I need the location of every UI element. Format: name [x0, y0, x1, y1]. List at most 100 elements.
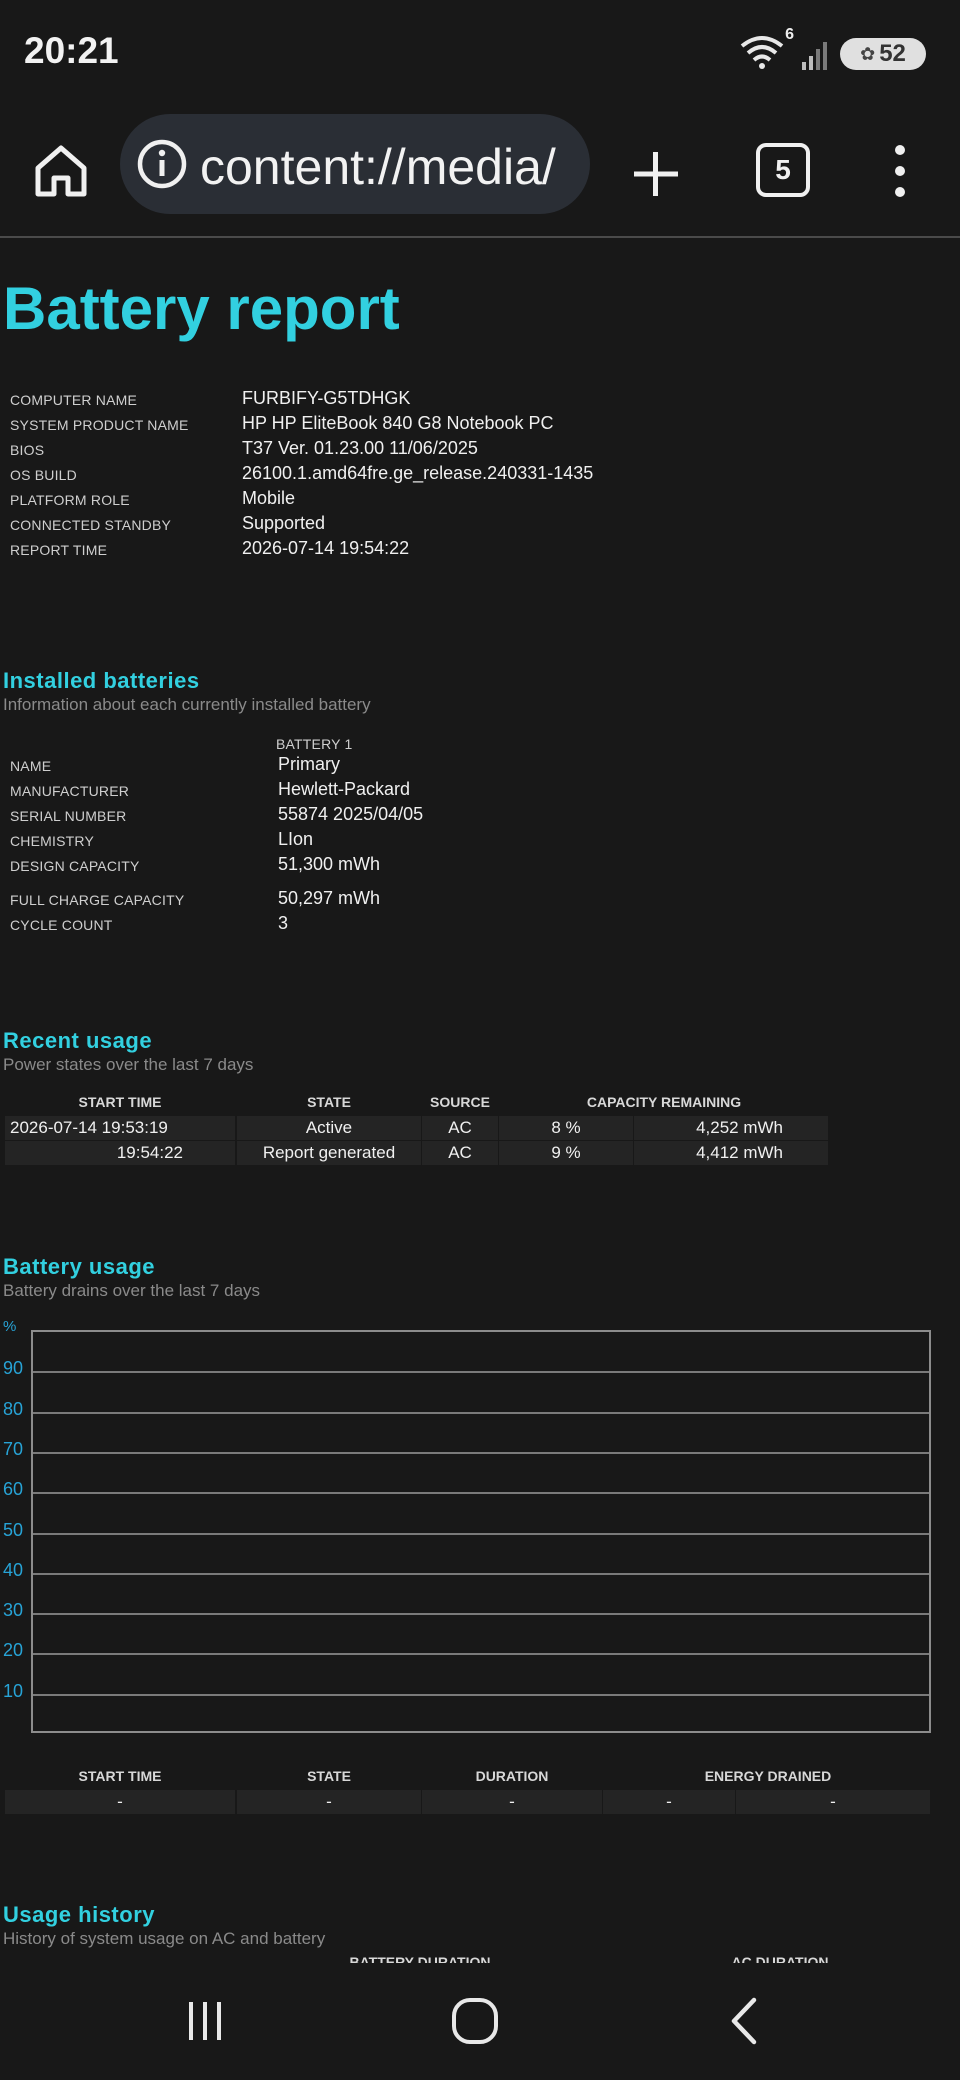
recents-button[interactable] — [180, 1996, 230, 2046]
info-icon[interactable] — [136, 138, 188, 190]
recent-usage-subtitle: Power states over the last 7 days — [3, 1055, 254, 1074]
gridline — [33, 1653, 929, 1656]
info-key: SYSTEM PRODUCT NAME — [10, 417, 189, 433]
y-tick-label: 70 — [3, 1438, 24, 1459]
info-value: FURBIFY-G5TDHGK — [242, 388, 411, 408]
column-header: CAPACITY REMAINING — [586, 1094, 742, 1110]
browser-toolbar: content://media/ 5 — [0, 110, 960, 238]
gridline — [33, 1371, 929, 1374]
info-value: T37 Ver. 01.23.00 11/06/2025 — [242, 438, 478, 458]
battery-saver-icon: ✿ — [860, 43, 876, 64]
table-row: CYCLE COUNT 3 — [10, 913, 930, 938]
battery-level: 52 — [879, 40, 906, 67]
info-key: PLATFORM ROLE — [10, 492, 130, 508]
table-row: 19:54:22 Report generated AC 9 % 4,412 m… — [0, 1141, 960, 1165]
table-row: OS BUILD 26100.1.amd64fre.ge_release.240… — [10, 463, 930, 488]
url-text[interactable]: content://media/ — [200, 138, 556, 196]
home-nav-button[interactable] — [448, 1994, 502, 2048]
column-header: STATE — [307, 1094, 351, 1110]
y-tick-label: 80 — [3, 1398, 24, 1419]
status-icons: 6 ✿ 52 — [740, 26, 926, 74]
menu-button[interactable] — [880, 140, 920, 202]
source-cell: AC — [422, 1141, 498, 1165]
battery-value: Hewlett-Packard — [278, 779, 411, 799]
column-header: STATE — [307, 1768, 351, 1784]
battery-key: FULL CHARGE CAPACITY — [10, 892, 185, 908]
column-header: AC DURATION — [731, 1954, 829, 1963]
wifi-badge: 6 — [785, 26, 794, 43]
empty-cell: - — [603, 1790, 735, 1814]
recent-usage-table: START TIME STATE SOURCE CAPACITY REMAINI… — [0, 1088, 960, 1168]
column-header: DURATION — [475, 1768, 549, 1784]
battery-value: Primary — [278, 754, 340, 774]
info-value: 2026-07-14 19:54:22 — [242, 538, 410, 558]
system-nav-bar — [0, 1970, 960, 2080]
info-key: CONNECTED STANDBY — [10, 517, 172, 533]
y-tick-label: 10 — [3, 1680, 24, 1701]
signal-icon — [800, 38, 830, 70]
recents-icon — [189, 2002, 221, 2040]
gridline — [33, 1613, 929, 1616]
battery-indicator: ✿ 52 — [840, 38, 926, 70]
info-value: HP HP EliteBook 840 G8 Notebook PC — [242, 413, 554, 433]
new-tab-button[interactable] — [628, 146, 684, 202]
start-time-cell: 19:54:22 — [5, 1141, 235, 1165]
empty-cell: - — [5, 1790, 235, 1814]
gridline — [33, 1572, 929, 1575]
table-row: 2026-07-14 19:53:19 Active AC 8 % 4,252 … — [0, 1116, 960, 1140]
table-row: SERIAL NUMBER 55874 2025/04/05 — [10, 804, 930, 829]
home-circle-icon — [452, 1998, 498, 2044]
info-key: OS BUILD — [10, 467, 77, 483]
y-tick-label: 40 — [3, 1559, 24, 1580]
battery-key: CHEMISTRY — [10, 833, 94, 849]
percent-cell: 8 % — [499, 1116, 633, 1140]
page-content[interactable]: Battery report COMPUTER NAME FURBIFY-G5T… — [0, 238, 960, 1963]
y-tick-label: 50 — [3, 1519, 24, 1540]
info-value: Mobile — [242, 488, 296, 508]
recent-usage-title: Recent usage — [3, 1028, 153, 1053]
percent-cell: 9 % — [499, 1141, 633, 1165]
battery-key: SERIAL NUMBER — [10, 808, 127, 824]
column-header: START TIME — [78, 1094, 162, 1110]
battery-value: 55874 2025/04/05 — [278, 804, 424, 824]
y-tick-label: 90 — [3, 1358, 24, 1379]
usage-history-title: Usage history — [3, 1902, 155, 1927]
tabs-button[interactable]: 5 — [756, 143, 810, 197]
home-button[interactable] — [30, 140, 92, 202]
info-key: COMPUTER NAME — [10, 392, 138, 408]
y-axis-unit: % — [3, 1318, 17, 1335]
info-key: REPORT TIME — [10, 542, 108, 558]
gridline — [33, 1532, 929, 1535]
wifi-icon: 6 — [740, 26, 794, 74]
installed-batteries-subtitle: Information about each currently install… — [3, 695, 371, 714]
address-bar[interactable]: content://media/ — [120, 114, 590, 214]
page-title: Battery report — [3, 275, 400, 342]
table-row: SYSTEM PRODUCT NAME HP HP EliteBook 840 … — [10, 413, 930, 438]
table-row: BIOS T37 Ver. 01.23.00 11/06/2025 — [10, 438, 930, 463]
state-cell: Active — [237, 1116, 421, 1140]
battery-value: 3 — [278, 913, 289, 933]
table-row: CHEMISTRY LIon — [10, 829, 930, 854]
y-tick-label: 20 — [3, 1640, 24, 1661]
column-header: BATTERY DURATION — [349, 1954, 491, 1963]
empty-cell: - — [237, 1790, 421, 1814]
battery-value: 50,297 mWh — [278, 888, 381, 908]
column-header: ENERGY DRAINED — [704, 1768, 832, 1784]
mwh-cell: 4,252 mWh — [634, 1116, 828, 1140]
battery-value: LIon — [278, 829, 314, 849]
installed-batteries-title: Installed batteries — [3, 668, 200, 693]
state-cell: Report generated — [237, 1141, 421, 1165]
back-button[interactable] — [720, 1994, 770, 2048]
table-row: - - - - - — [0, 1790, 960, 1814]
y-tick-label: 60 — [3, 1479, 24, 1500]
empty-cell: - — [422, 1790, 602, 1814]
tabs-icon: 5 — [775, 154, 791, 185]
menu-icon — [895, 145, 905, 197]
table-row: NAME Primary — [10, 754, 930, 779]
mwh-cell: 4,412 mWh — [634, 1141, 828, 1165]
home-icon — [35, 145, 87, 197]
info-value: Supported — [242, 513, 326, 533]
y-tick-label: 30 — [3, 1600, 24, 1621]
column-header: START TIME — [78, 1768, 162, 1784]
battery-column-header: BATTERY 1 — [276, 736, 353, 752]
